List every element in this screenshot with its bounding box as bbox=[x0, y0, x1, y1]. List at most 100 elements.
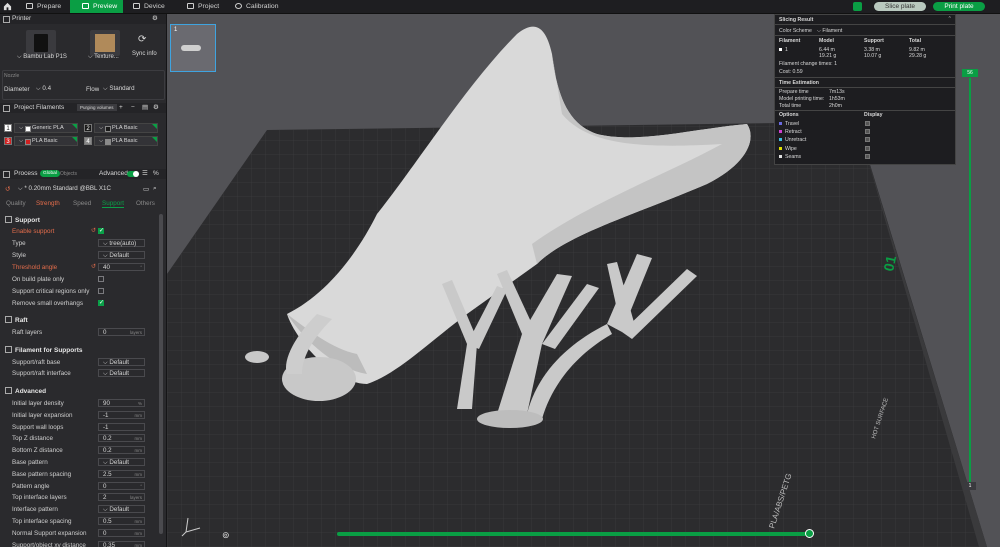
advanced-input[interactable]: 90% bbox=[98, 399, 145, 407]
advanced-input[interactable]: 2.5 mm bbox=[98, 469, 145, 478]
printer-image[interactable] bbox=[26, 30, 56, 56]
advanced-select[interactable]: ⌵ Default bbox=[98, 505, 145, 514]
advanced-input[interactable]: 0 mm bbox=[98, 528, 145, 537]
filament-number: 3 bbox=[4, 137, 12, 145]
printer-title: Printer bbox=[12, 15, 32, 22]
plate-image[interactable] bbox=[90, 30, 120, 56]
support-select[interactable]: ⌵ Default bbox=[98, 251, 145, 259]
advanced-input[interactable]: 0.35 mm bbox=[98, 540, 145, 547]
option-display-checkbox[interactable] bbox=[865, 137, 870, 143]
tab-others[interactable]: Others bbox=[136, 200, 155, 207]
option-display-checkbox[interactable] bbox=[865, 145, 870, 151]
color-scheme-select[interactable]: ⌵ Filament bbox=[817, 28, 842, 35]
slice-plate-button[interactable]: Slice plate bbox=[874, 2, 926, 11]
advanced-input[interactable]: 0 ° bbox=[98, 481, 145, 490]
support-select[interactable]: ⌵ tree(auto) bbox=[98, 239, 145, 247]
filament-select[interactable]: ⌵ PLA Basic bbox=[94, 123, 158, 133]
sidebar-scrollbar[interactable] bbox=[159, 214, 163, 534]
list-icon[interactable]: ☰ bbox=[142, 169, 148, 179]
support-column-header: Support bbox=[864, 38, 884, 44]
tab-calibration[interactable]: Calibration bbox=[235, 0, 290, 13]
process-preset-select[interactable]: ⌵ * 0.20mm Standard @BBL X1C bbox=[14, 185, 144, 193]
advanced-input[interactable]: 0.2 mm bbox=[98, 434, 145, 443]
advanced-row-label: Support wall loops bbox=[12, 423, 64, 431]
support-group-title: Support bbox=[5, 216, 40, 224]
advanced-input[interactable]: -1 mm bbox=[98, 410, 145, 419]
move-slider[interactable] bbox=[337, 532, 810, 536]
advanced-toggle[interactable] bbox=[127, 171, 139, 177]
search-icon[interactable]: ⌕ bbox=[153, 185, 157, 193]
tab-speed[interactable]: Speed bbox=[73, 200, 91, 207]
home-button[interactable] bbox=[3, 0, 15, 13]
filament-select[interactable]: ⌵ PLA Basic bbox=[14, 136, 78, 146]
filament-gear-icon[interactable]: ⚙ bbox=[153, 103, 159, 113]
tab-support[interactable]: Support bbox=[102, 200, 125, 208]
reset-icon[interactable]: ↺ bbox=[5, 185, 10, 193]
print-plate-button[interactable]: Print plate bbox=[933, 2, 985, 11]
advanced-input[interactable]: 0.2 mm bbox=[98, 446, 145, 455]
global-toggle[interactable]: Global bbox=[40, 170, 60, 177]
gear-icon[interactable]: ⚙ bbox=[152, 14, 158, 24]
model-time-value: 1h53m bbox=[829, 96, 845, 102]
percent-icon[interactable]: % bbox=[153, 169, 159, 179]
layer-bottom-handle[interactable]: 1 bbox=[964, 482, 976, 490]
sync-info-button[interactable]: Sync info bbox=[132, 51, 157, 57]
tab-strength[interactable]: Strength bbox=[36, 200, 60, 207]
save-preset-icon[interactable]: ▭ bbox=[143, 185, 149, 193]
color-scheme-label: Color Scheme bbox=[779, 28, 812, 34]
raft-base-select[interactable]: ⌵ Default bbox=[98, 358, 145, 366]
device-icon bbox=[133, 3, 140, 9]
tab-device[interactable]: Device bbox=[133, 0, 178, 13]
layer-top-handle[interactable]: 56 bbox=[962, 69, 978, 77]
option-row: Seams bbox=[779, 154, 801, 160]
filament-slot[interactable]: 2 ⌵ PLA Basic bbox=[84, 123, 158, 134]
plate-thumbnail[interactable]: 1 bbox=[170, 24, 216, 72]
filament-slot[interactable]: 4 ⌵ PLA Basic bbox=[84, 136, 158, 147]
purging-volumes-button[interactable]: Purging volumes bbox=[77, 104, 117, 111]
advanced-select[interactable]: ⌵ Default bbox=[98, 458, 145, 466]
edit-corner-icon[interactable] bbox=[152, 137, 157, 142]
filament-select[interactable]: ⌵ Generic PLA bbox=[14, 123, 78, 133]
printer-name[interactable]: ⌵ Bambu Lab P1S bbox=[17, 54, 67, 61]
view-settings-icon[interactable]: ⊚ bbox=[222, 530, 230, 541]
plate-toggle-button[interactable] bbox=[853, 2, 862, 11]
option-display-checkbox[interactable] bbox=[865, 121, 870, 126]
filament-slot[interactable]: 1 ⌵ Generic PLA bbox=[4, 123, 78, 134]
edit-corner-icon[interactable] bbox=[72, 124, 77, 129]
filament-select[interactable]: ⌵ PLA Basic bbox=[94, 136, 158, 146]
support-checkbox[interactable] bbox=[98, 276, 104, 282]
filament-sync-icon[interactable]: ▤ bbox=[142, 103, 148, 113]
option-display-checkbox[interactable] bbox=[865, 153, 870, 159]
advanced-input[interactable]: -1 bbox=[98, 422, 145, 431]
support-checkbox[interactable] bbox=[98, 299, 104, 306]
option-display-checkbox[interactable] bbox=[865, 129, 870, 135]
support-input[interactable]: 40 ° bbox=[98, 263, 145, 271]
reset-icon[interactable]: ↺ bbox=[91, 263, 96, 270]
edit-corner-icon[interactable] bbox=[72, 137, 77, 142]
support-checkbox[interactable] bbox=[98, 288, 104, 294]
objects-toggle[interactable]: Objects bbox=[60, 169, 77, 179]
support-checkbox[interactable] bbox=[98, 227, 104, 234]
advanced-input[interactable]: 0.5 mm bbox=[98, 517, 145, 525]
flow-select[interactable]: ⌵ Standard bbox=[99, 85, 149, 93]
tab-calibration-label: Calibration bbox=[246, 3, 279, 10]
tab-quality[interactable]: Quality bbox=[6, 200, 26, 207]
edit-corner-icon[interactable] bbox=[152, 124, 157, 129]
raft-interface-select[interactable]: ⌵ Default bbox=[98, 369, 145, 377]
collapse-icon[interactable]: ⌃ bbox=[948, 16, 952, 22]
plate-type[interactable]: ⌵ Texture... bbox=[88, 54, 119, 61]
filament-slot[interactable]: 3 ⌵ PLA Basic bbox=[4, 136, 78, 147]
tab-preview[interactable]: Preview bbox=[70, 0, 123, 13]
move-slider-handle[interactable] bbox=[805, 529, 814, 538]
advanced-input[interactable]: 2 layers bbox=[98, 493, 145, 502]
diameter-select[interactable]: ⌵ 0.4 bbox=[32, 85, 80, 93]
tab-prepare[interactable]: Prepare bbox=[20, 0, 76, 13]
raft-layers-input[interactable]: 0 layers bbox=[98, 328, 145, 336]
remove-filament-icon[interactable]: − bbox=[131, 103, 135, 113]
reset-icon[interactable]: ↺ bbox=[91, 227, 96, 234]
diameter-label: Diameter bbox=[4, 86, 30, 93]
layer-slider-track[interactable] bbox=[969, 78, 971, 488]
add-filament-icon[interactable]: + bbox=[119, 103, 123, 113]
tab-project[interactable]: Project bbox=[187, 0, 232, 13]
sync-icon[interactable]: ⟳ bbox=[138, 34, 146, 45]
